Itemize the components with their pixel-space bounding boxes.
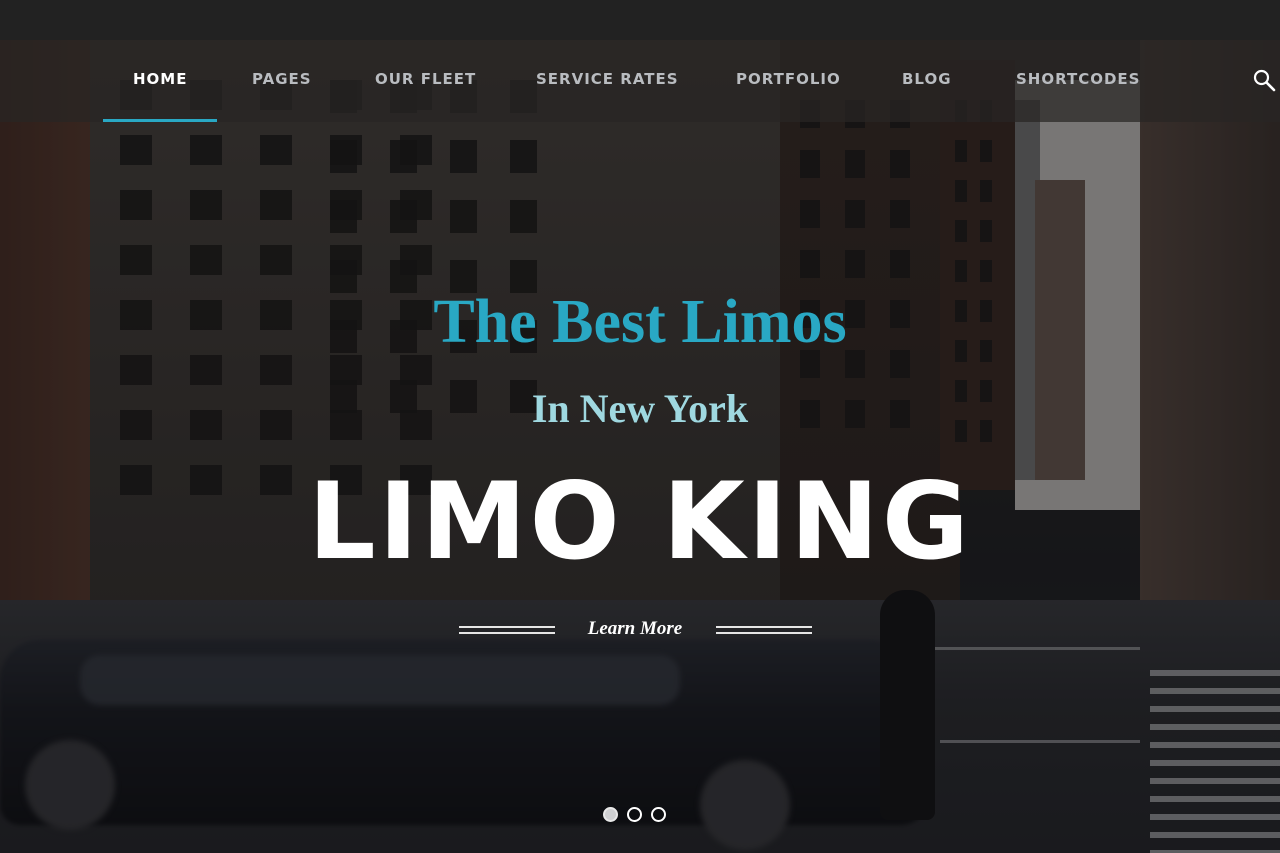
hero-background: [0, 40, 1280, 853]
hero-brand-title: LIMO KING: [308, 460, 972, 583]
slider-dot-1[interactable]: [603, 807, 618, 822]
nav-item-home[interactable]: HOME: [133, 70, 187, 88]
nav-item-blog[interactable]: BLOG: [902, 70, 952, 88]
main-nav: HOME PAGES OUR FLEET SERVICE RATES PORTF…: [0, 40, 1280, 122]
cta-right-rule: [716, 626, 812, 634]
search-icon[interactable]: [1252, 68, 1276, 92]
cta-left-rule: [459, 626, 555, 634]
nav-item-our-fleet[interactable]: OUR FLEET: [375, 70, 476, 88]
slider-dot-2[interactable]: [627, 807, 642, 822]
hero-headline: The Best Limos: [433, 288, 847, 356]
active-nav-indicator: [103, 119, 217, 122]
nav-item-portfolio[interactable]: PORTFOLIO: [736, 70, 841, 88]
nav-item-shortcodes[interactable]: SHORTCODES: [1016, 70, 1140, 88]
nav-item-pages[interactable]: PAGES: [252, 70, 312, 88]
top-strip: [0, 0, 1280, 40]
learn-more-button[interactable]: Learn More: [560, 618, 710, 640]
hero-subheadline: In New York: [531, 386, 749, 431]
overlay-shade: [0, 40, 1280, 853]
nav-item-service-rates[interactable]: SERVICE RATES: [536, 70, 679, 88]
slider-dot-3[interactable]: [651, 807, 666, 822]
